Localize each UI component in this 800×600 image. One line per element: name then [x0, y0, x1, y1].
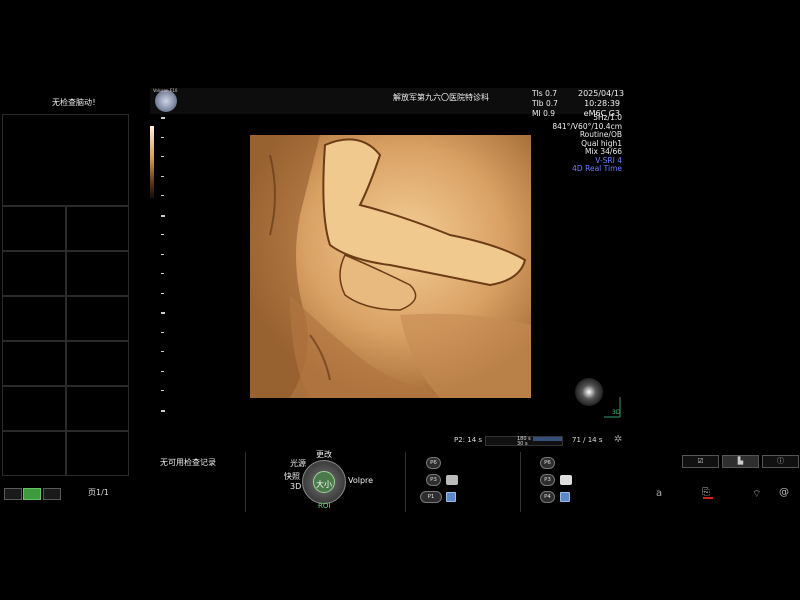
chart-tool-button[interactable]: ▙ — [722, 455, 759, 468]
network-error-indicator — [703, 497, 713, 499]
p3-button[interactable]: P3 — [540, 474, 555, 486]
six-layout-button[interactable] — [43, 488, 61, 500]
thumbnail-cell[interactable] — [65, 251, 129, 296]
p6-button[interactable]: P6 — [426, 457, 441, 469]
email-icon[interactable]: @ — [779, 487, 789, 498]
depth-tick — [161, 409, 165, 412]
divider — [520, 452, 521, 512]
depth-tick — [161, 156, 164, 157]
check-tool-button[interactable]: ☑ — [682, 455, 719, 468]
thumbnail-cell[interactable] — [2, 386, 66, 431]
check-icon: ☑ — [697, 457, 704, 465]
depth-tick — [161, 253, 164, 255]
left-panel-title: 无检查脑动！ — [52, 98, 100, 107]
save-disk-icon[interactable] — [446, 492, 456, 502]
cine-right-label: 71 / 14 s — [572, 436, 603, 444]
thumbnail-cell[interactable] — [2, 251, 66, 296]
wireless-icon[interactable]: ⌔ — [752, 488, 761, 501]
thumbnail-grid — [2, 206, 129, 476]
thumbnail-cell[interactable] — [2, 431, 66, 476]
axes-label: 3D — [612, 409, 621, 416]
mode-line: 4D Real Time — [572, 164, 622, 173]
depth-tick — [161, 292, 164, 294]
depth-tick — [161, 390, 164, 391]
exam-time: 10:28:39 — [584, 99, 620, 108]
thumbnail-cell[interactable] — [65, 431, 129, 476]
thumbnail-cell[interactable] — [65, 341, 129, 386]
orientation-ball-icon[interactable] — [575, 378, 603, 406]
keyboard-a-icon[interactable]: a — [656, 488, 662, 499]
axes-3d-icon: 3D — [604, 397, 621, 418]
param-tis: TIs 0.7 — [532, 89, 558, 98]
param-tib: TIb 0.7 — [532, 99, 558, 108]
roi-label[interactable]: ROI — [318, 502, 330, 510]
save-disk-icon[interactable] — [560, 492, 570, 502]
depth-tick — [161, 331, 164, 333]
thumbnail-cell[interactable] — [65, 296, 129, 341]
cine-value-bottom: 30 s — [517, 441, 528, 447]
printer-icon[interactable] — [446, 475, 458, 485]
depth-tick — [161, 273, 164, 274]
mode-3d-label[interactable]: 3D — [290, 482, 301, 491]
depth-tick — [161, 117, 165, 119]
depth-tick — [161, 351, 164, 352]
hospital-name: 解放军第九六〇医院特诊科 — [393, 93, 489, 102]
knob-label: 大小 — [316, 480, 332, 489]
brightness-icon[interactable]: ✲ — [614, 434, 622, 445]
thumbnail-cell[interactable] — [2, 341, 66, 386]
depth-tick — [161, 312, 165, 314]
change-label[interactable]: 更改 — [316, 449, 332, 460]
p1-button[interactable]: P1 — [420, 491, 442, 503]
printer-icon[interactable] — [560, 475, 572, 485]
divider — [245, 452, 246, 512]
brand-label: Voluson E10 — [153, 88, 178, 93]
depth-tick — [161, 175, 164, 177]
p3-button[interactable]: P3 — [426, 474, 441, 486]
thumbnail-cell[interactable] — [65, 206, 129, 251]
single-layout-button[interactable] — [4, 488, 22, 500]
volume-render[interactable] — [250, 135, 531, 398]
chart-icon: ▙ — [737, 457, 744, 465]
snapshot-label[interactable]: 快照 — [284, 471, 300, 482]
light-source-label[interactable]: 光源 — [290, 458, 306, 469]
info-tool-button[interactable]: ⓘ — [762, 455, 799, 468]
divider — [405, 452, 406, 512]
probe-info: 5Hz/1.0 841°/V60°/10.4cm Routine/OB Qual… — [540, 113, 622, 174]
volpre-label[interactable]: Volpre — [348, 476, 373, 485]
grayscale-bar — [150, 126, 154, 198]
depth-tick — [161, 195, 164, 196]
p6-button[interactable]: P6 — [540, 457, 555, 469]
cine-left-label: P2: 14 s — [454, 436, 483, 444]
exam-date: 2025/04/13 — [578, 89, 625, 98]
depth-tick — [161, 370, 164, 372]
depth-tick — [161, 234, 164, 235]
four-layout-button[interactable] — [23, 488, 41, 500]
depth-tick — [161, 136, 164, 138]
thumbnail-cell[interactable] — [2, 206, 66, 251]
depth-tick — [161, 214, 165, 217]
no-records-text: 无可用检查记录 — [160, 458, 216, 467]
thumbnail-cell[interactable] — [2, 296, 66, 341]
cine-fill — [533, 437, 562, 441]
thumbnail-main[interactable] — [2, 114, 129, 206]
ge-logo-icon — [155, 90, 177, 112]
p4-button[interactable]: P4 — [540, 491, 555, 503]
page-indicator: 页1/1 — [88, 488, 109, 497]
info-icon: ⓘ — [777, 457, 784, 465]
thumbnail-cell[interactable] — [65, 386, 129, 431]
volume-render-image — [250, 135, 531, 398]
